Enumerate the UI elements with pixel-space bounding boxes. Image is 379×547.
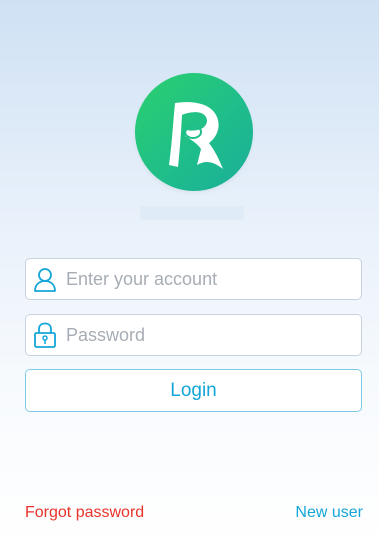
r-ribbon-logo-icon xyxy=(169,102,223,169)
password-field[interactable]: Password xyxy=(25,314,362,356)
account-input[interactable]: Enter your account xyxy=(66,259,217,299)
app-logo xyxy=(135,73,253,191)
login-button[interactable]: Login xyxy=(25,369,362,412)
new-user-link[interactable]: New user xyxy=(295,504,363,522)
app-name-placeholder xyxy=(140,206,244,220)
lock-icon xyxy=(32,322,58,348)
forgot-password-link[interactable]: Forgot password xyxy=(25,504,144,522)
password-input[interactable]: Password xyxy=(66,315,145,355)
user-icon xyxy=(32,266,58,292)
account-field[interactable]: Enter your account xyxy=(25,258,362,300)
